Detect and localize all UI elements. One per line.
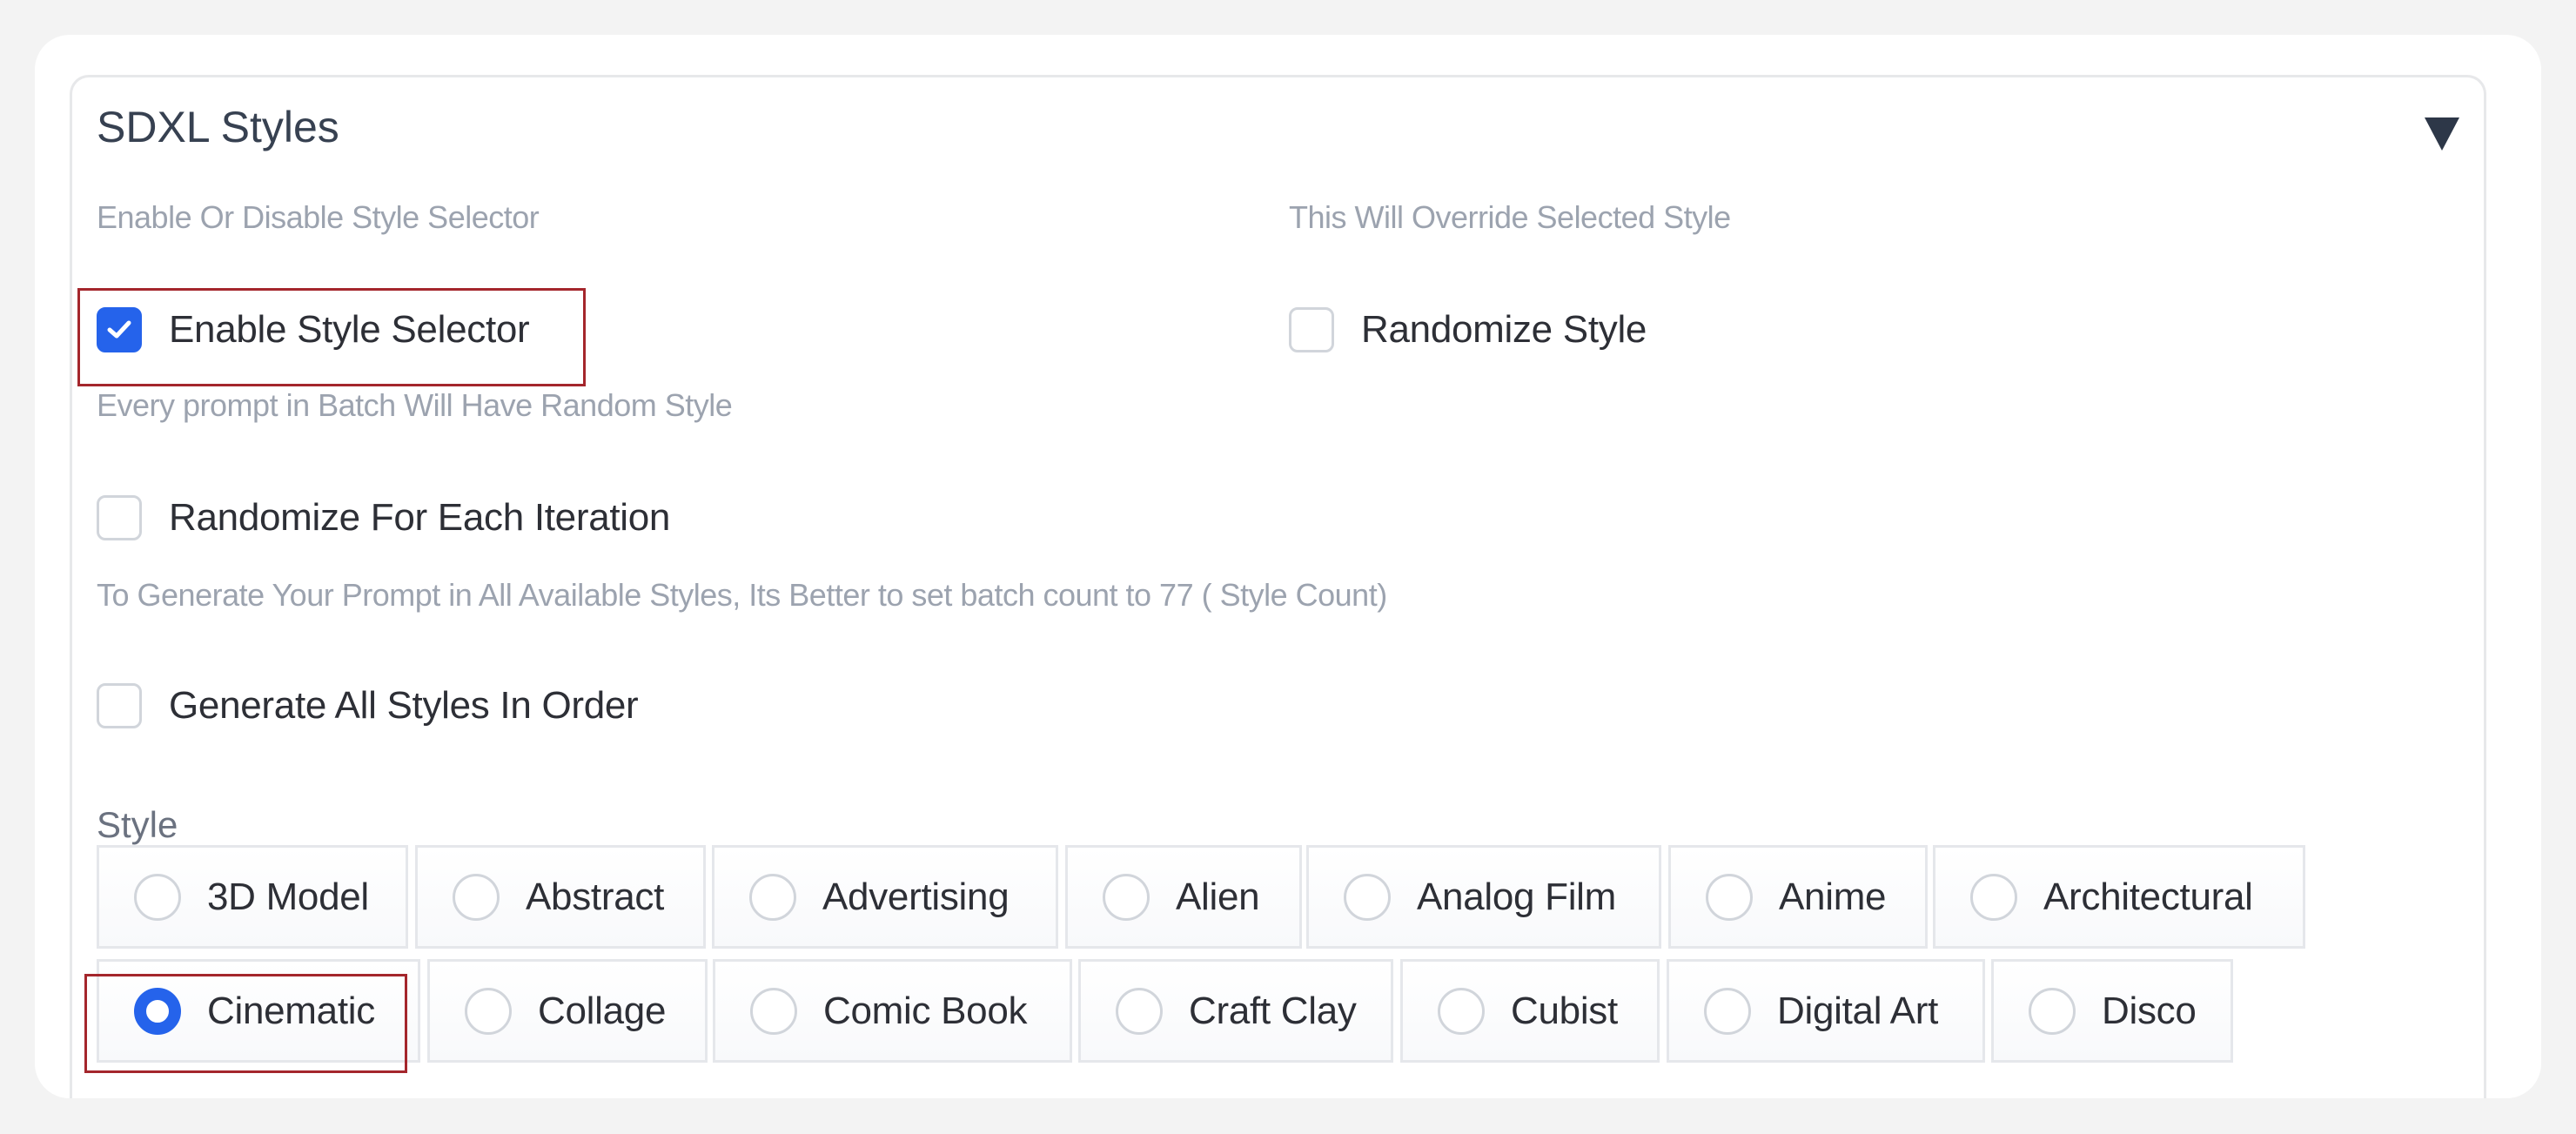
style-group-label: Style: [97, 804, 178, 845]
style-option-label: Digital Art: [1777, 989, 1938, 1032]
panel-title: SDXL Styles: [97, 103, 339, 151]
style-option-label: Collage: [538, 989, 667, 1032]
radio-button[interactable]: [1970, 873, 2017, 921]
checkmark-icon: [107, 320, 131, 339]
enable-selector-hint: Enable Or Disable Style Selector: [97, 199, 540, 235]
checkbox-box[interactable]: [97, 495, 142, 540]
cinematic-highlight: [84, 974, 407, 1073]
style-option-label: Advertising: [822, 875, 1010, 918]
style-option-3d-model[interactable]: 3D Model: [97, 845, 408, 949]
style-option-digital-art[interactable]: Digital Art: [1667, 959, 1985, 1063]
style-option-analog-film[interactable]: Analog Film: [1306, 845, 1661, 949]
style-option-collage[interactable]: Collage: [427, 959, 708, 1063]
radio-button[interactable]: [1704, 987, 1751, 1035]
radio-button[interactable]: [465, 987, 512, 1035]
style-option-anime[interactable]: Anime: [1668, 845, 1928, 949]
radio-button[interactable]: [749, 873, 796, 921]
radio-button[interactable]: [1344, 873, 1391, 921]
generate-all-hint: To Generate Your Prompt in All Available…: [97, 577, 1387, 613]
style-option-label: Anime: [1779, 875, 1887, 918]
randomize-each-hint: Every prompt in Batch Will Have Random S…: [97, 387, 733, 423]
style-option-architectural[interactable]: Architectural: [1933, 845, 2305, 949]
triangle-down-icon[interactable]: [2425, 117, 2459, 151]
style-option-label: Disco: [2102, 989, 2197, 1032]
randomize-style-label: Randomize Style: [1361, 308, 1647, 351]
radio-button[interactable]: [1116, 987, 1163, 1035]
style-option-cubist[interactable]: Cubist: [1400, 959, 1660, 1063]
radio-button[interactable]: [750, 987, 797, 1035]
radio-button[interactable]: [453, 873, 500, 921]
enable-style-selector-checkbox[interactable]: Enable Style Selector: [97, 307, 530, 352]
sdxl-styles-panel: SDXL Styles Enable Or Disable Style Sele…: [70, 75, 2486, 1098]
randomize-each-iteration-label: Randomize For Each Iteration: [169, 496, 671, 539]
radio-button[interactable]: [1438, 987, 1485, 1035]
style-option-craft-clay[interactable]: Craft Clay: [1078, 959, 1393, 1063]
randomize-style-checkbox[interactable]: Randomize Style: [1289, 307, 1647, 352]
style-option-alien[interactable]: Alien: [1065, 845, 1302, 949]
style-option-label: Cubist: [1511, 989, 1618, 1032]
style-option-comic-book[interactable]: Comic Book: [713, 959, 1072, 1063]
checkbox-box[interactable]: [97, 307, 142, 352]
radio-button[interactable]: [1103, 873, 1150, 921]
outer-card: SDXL Styles Enable Or Disable Style Sele…: [35, 35, 2541, 1098]
radio-button[interactable]: [134, 873, 181, 921]
randomize-each-iteration-checkbox[interactable]: Randomize For Each Iteration: [97, 495, 670, 540]
style-option-label: Comic Book: [823, 989, 1028, 1032]
generate-all-styles-label: Generate All Styles In Order: [169, 684, 639, 727]
style-option-disco[interactable]: Disco: [1991, 959, 2233, 1063]
style-option-advertising[interactable]: Advertising: [712, 845, 1058, 949]
radio-button[interactable]: [1706, 873, 1753, 921]
style-option-label: Alien: [1176, 875, 1260, 918]
radio-button[interactable]: [2029, 987, 2076, 1035]
randomize-style-hint: This Will Override Selected Style: [1289, 199, 1731, 235]
style-option-label: 3D Model: [207, 875, 369, 918]
style-option-label: Craft Clay: [1189, 989, 1357, 1032]
checkbox-box[interactable]: [1289, 307, 1334, 352]
style-option-label: Abstract: [526, 875, 664, 918]
enable-style-selector-label: Enable Style Selector: [169, 308, 530, 351]
generate-all-styles-checkbox[interactable]: Generate All Styles In Order: [97, 683, 639, 728]
style-option-label: Architectural: [2043, 875, 2253, 918]
checkbox-box[interactable]: [97, 683, 142, 728]
style-option-abstract[interactable]: Abstract: [415, 845, 706, 949]
style-option-label: Analog Film: [1417, 875, 1617, 918]
